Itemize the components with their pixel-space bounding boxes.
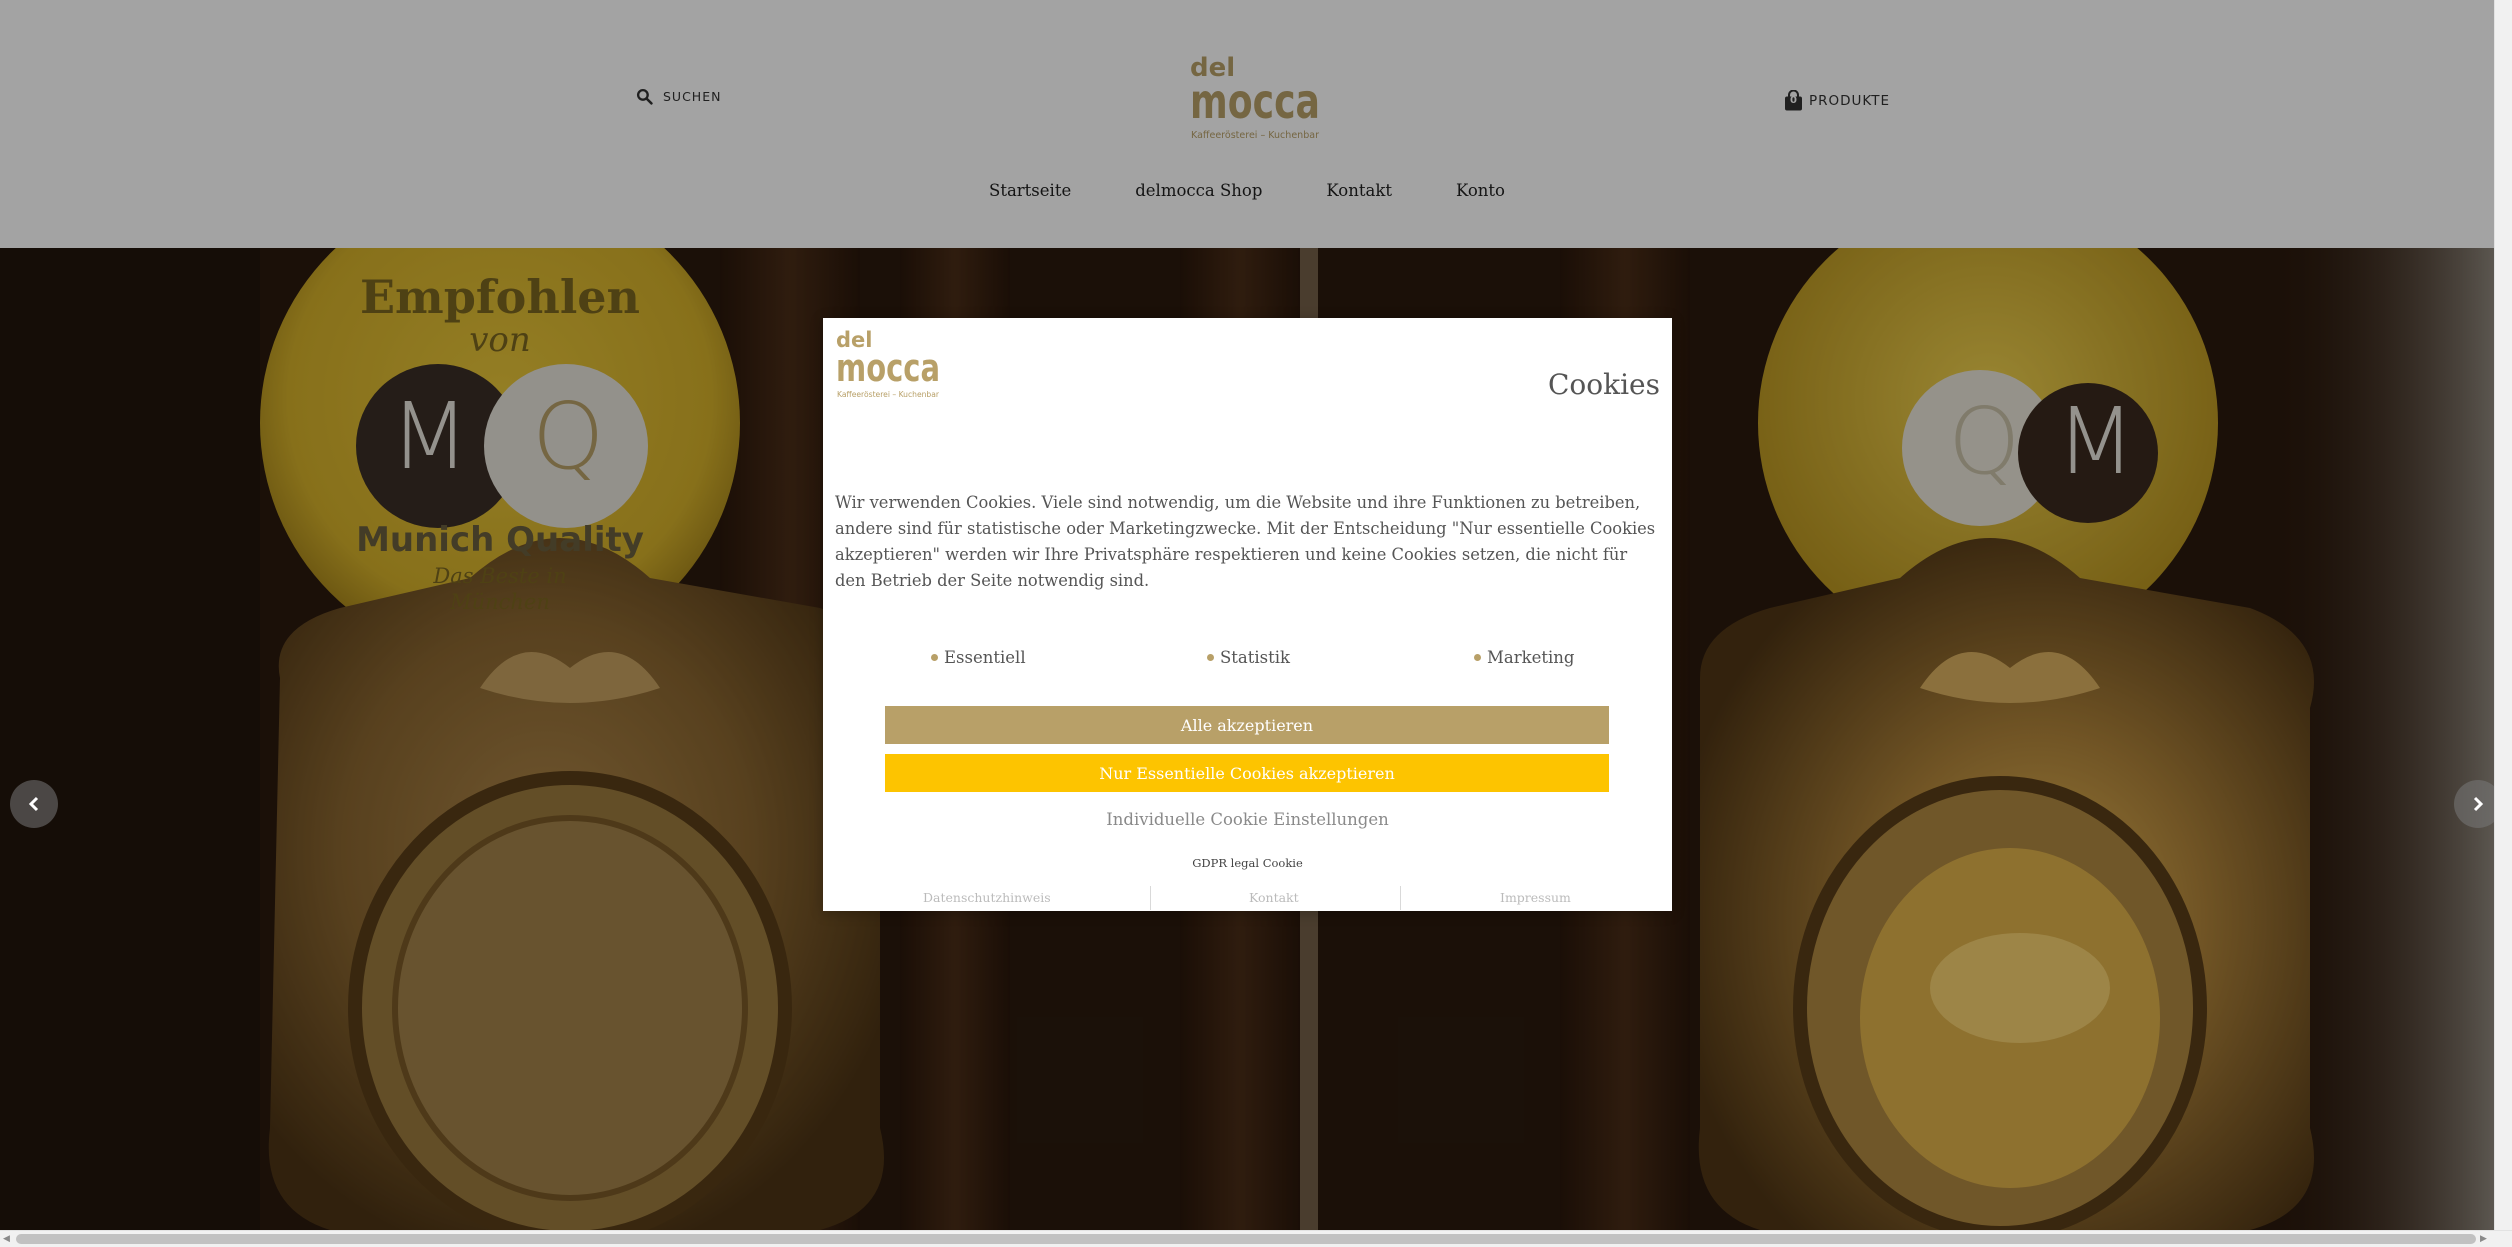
cookie-category-options: Essentiell Statistik Marketing	[823, 648, 1672, 674]
cookie-option-label: Essentiell	[944, 648, 1026, 667]
cookie-option-marketing[interactable]: Marketing	[1474, 648, 1574, 667]
cookie-option-label: Statistik	[1220, 648, 1291, 667]
cookie-dialog-logo: del mocca Kaffeerösterei – Kuchenbar	[835, 328, 941, 402]
status-dot	[931, 654, 938, 661]
svg-text:Kaffeerösterei – Kuchenbar: Kaffeerösterei – Kuchenbar	[837, 390, 940, 399]
scroll-left-icon[interactable]: ◀	[3, 1234, 10, 1244]
divider	[1150, 886, 1151, 910]
svg-text:mocca: mocca	[836, 346, 940, 390]
vertical-scrollbar[interactable]	[2494, 0, 2512, 1230]
cookie-dialog-footer-links: Datenschutzhinweis Kontakt Impressum	[823, 886, 1672, 910]
cookie-option-essentiell[interactable]: Essentiell	[931, 648, 1026, 667]
imprint-link[interactable]: Impressum	[1500, 890, 1571, 905]
individual-cookie-settings-link[interactable]: Individuelle Cookie Einstellungen	[823, 810, 1672, 829]
slider-prev-button[interactable]	[10, 780, 58, 828]
chevron-left-icon	[28, 796, 39, 812]
horizontal-scrollbar-thumb[interactable]	[16, 1234, 2476, 1244]
status-dot	[1207, 654, 1214, 661]
divider	[1400, 886, 1401, 910]
horizontal-scrollbar[interactable]: ◀ ▶	[0, 1230, 2512, 1247]
gdpr-legal-cookie-credit[interactable]: GDPR legal Cookie	[823, 856, 1672, 870]
scroll-right-icon[interactable]: ▶	[2480, 1234, 2487, 1244]
cookie-dialog-text: Wir verwenden Cookies. Viele sind notwen…	[835, 493, 1656, 590]
status-dot	[1474, 654, 1481, 661]
chevron-right-icon	[2473, 796, 2484, 812]
cookie-option-label: Marketing	[1487, 648, 1575, 667]
accept-essential-button[interactable]: Nur Essentielle Cookies akzeptieren	[885, 754, 1609, 792]
cookie-dialog-title: Cookies	[1548, 368, 1660, 401]
cookie-dialog: del mocca Kaffeerösterei – Kuchenbar Coo…	[823, 318, 1672, 911]
accept-all-button[interactable]: Alle akzeptieren	[885, 706, 1609, 744]
privacy-link[interactable]: Datenschutzhinweis	[923, 890, 1051, 905]
cookie-option-statistik[interactable]: Statistik	[1207, 648, 1290, 667]
contact-link[interactable]: Kontakt	[1249, 890, 1299, 905]
